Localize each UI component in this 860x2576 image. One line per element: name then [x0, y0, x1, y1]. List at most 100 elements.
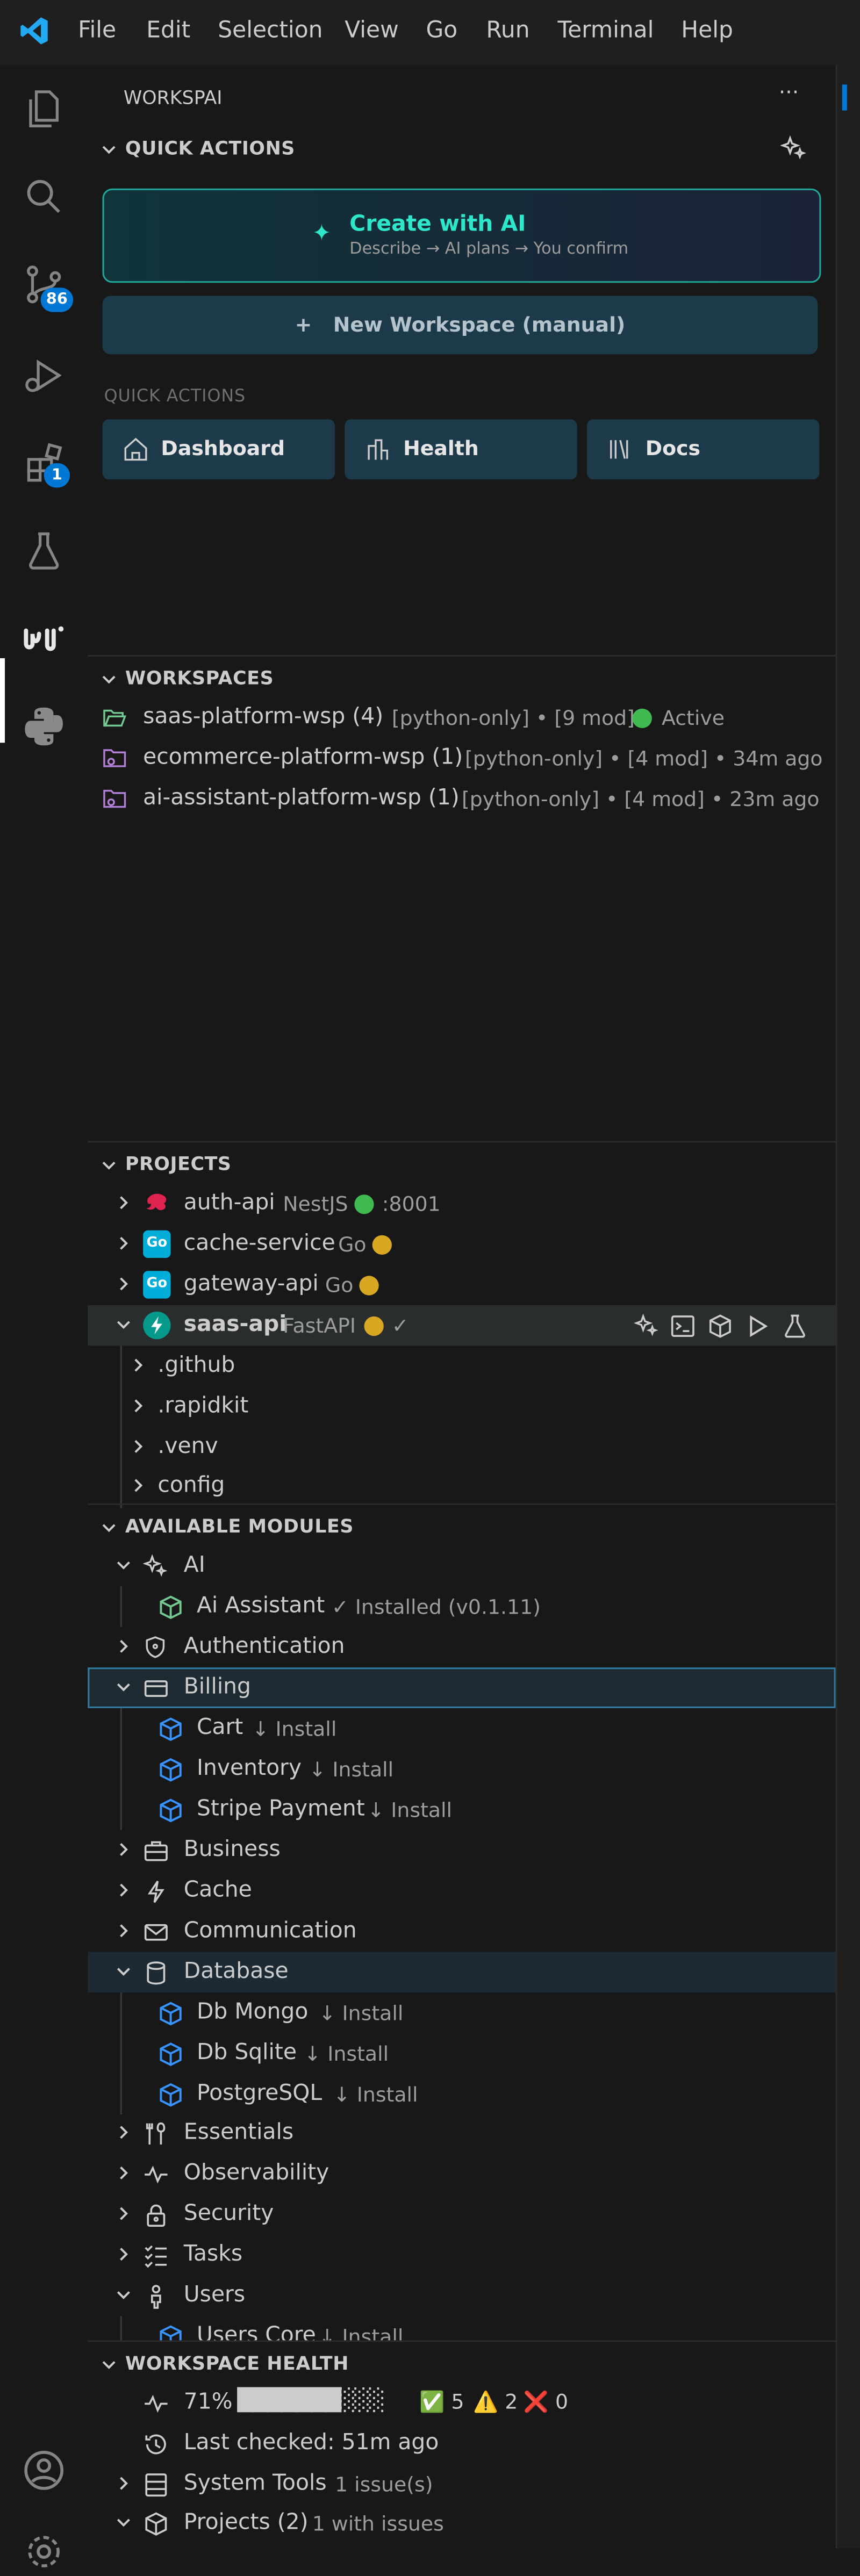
create-ai-title: Create with AI	[349, 211, 526, 238]
settings-gear-icon[interactable]	[19, 2527, 68, 2576]
module-item[interactable]: Cart ↓ Install	[88, 1708, 835, 1749]
shield-icon	[146, 1636, 165, 1658]
module-category-authentication[interactable]: Authentication	[88, 1627, 835, 1668]
module-item[interactable]: PostgreSQL ↓ Install	[88, 2074, 835, 2114]
run-debug-icon[interactable]	[19, 351, 68, 400]
module-item[interactable]: Inventory ↓ Install	[88, 1748, 835, 1789]
menu-go[interactable]: Go	[426, 18, 457, 44]
test-flask-icon[interactable]	[782, 1313, 808, 1339]
new-workspace-button[interactable]: + New Workspace (manual)	[102, 296, 818, 355]
module-item[interactable]: Stripe Payment ↓ Install	[88, 1789, 835, 1830]
install-action[interactable]: ↓ Install	[309, 1757, 394, 1781]
explorer-icon[interactable]	[19, 84, 68, 133]
projects-health-row[interactable]: Projects (2) 1 with issues	[88, 2503, 835, 2544]
create-ai-subtitle: Describe → AI plans → You confirm	[349, 240, 629, 258]
quick-actions-header[interactable]: QUICK ACTIONS	[88, 128, 835, 168]
chevron-right-icon	[127, 1435, 149, 1464]
python-icon[interactable]	[19, 702, 68, 751]
testing-flask-icon[interactable]	[19, 527, 68, 575]
ai-sparkle-icon	[143, 1554, 168, 1577]
run-icon[interactable]	[744, 1313, 770, 1339]
install-action[interactable]: ↓ Install	[368, 1797, 453, 1822]
editor-tab-indicator	[842, 84, 847, 111]
install-action[interactable]: ↓ Install	[319, 2324, 404, 2340]
health-summary-row[interactable]: 71% ███████░░░ ✅ 5 ⚠️ 2 ❌ 0	[88, 2383, 835, 2423]
account-icon[interactable]	[19, 2446, 68, 2495]
lock-icon	[147, 2204, 166, 2227]
person-icon	[150, 2285, 161, 2309]
project-item[interactable]: Go gateway-api Go	[88, 1264, 835, 1305]
module-category-ai[interactable]: AI	[88, 1545, 835, 1586]
module-category-billing[interactable]: Billing	[88, 1667, 836, 1708]
activity-bar: 86 1	[0, 64, 90, 2567]
module-name: Users Core	[196, 2322, 316, 2341]
dashboard-button[interactable]: Dashboard	[102, 419, 335, 480]
menu-file[interactable]: File	[78, 18, 116, 44]
module-category-security[interactable]: Security	[88, 2194, 835, 2235]
install-action[interactable]: ↓ Install	[304, 2041, 389, 2066]
workspai-icon[interactable]	[19, 614, 68, 663]
projects-title: PROJECTS	[125, 1152, 232, 1175]
menu-run[interactable]: Run	[486, 18, 529, 44]
go-icon: Go	[143, 1271, 171, 1299]
terminal-icon[interactable]	[670, 1313, 696, 1339]
project-item-selected[interactable]: saas-api FastAPI ✓	[88, 1305, 836, 1346]
module-category-tasks[interactable]: Tasks	[88, 2235, 835, 2276]
package-icon[interactable]	[707, 1313, 733, 1339]
workspaces-header[interactable]: WORKSPACES	[88, 658, 835, 697]
install-action[interactable]: ↓ Install	[252, 1716, 337, 1740]
module-item[interactable]: Db Sqlite ↓ Install	[88, 2033, 835, 2074]
module-category-cache[interactable]: Cache	[88, 1870, 835, 1911]
module-category-communication[interactable]: Communication	[88, 1911, 835, 1952]
editor-area-edge	[835, 64, 860, 2549]
workspace-item[interactable]: ai-assistant-platform-wsp (1) [python-on…	[88, 779, 835, 819]
workspace-item[interactable]: saas-platform-wsp (4) [python-only] • [9…	[88, 697, 835, 738]
workspace-meta: [python-only] • [9 mod] •	[391, 705, 654, 730]
menu-help[interactable]: Help	[681, 18, 733, 44]
chevron-right-icon	[112, 2202, 135, 2231]
package-icon	[160, 2325, 182, 2341]
install-action[interactable]: ↓ Install	[333, 2082, 418, 2106]
project-item[interactable]: auth-api NestJS :8001	[88, 1183, 835, 1224]
folder-item[interactable]: .venv	[88, 1427, 835, 1468]
module-category-observability[interactable]: Observability	[88, 2154, 835, 2194]
module-category-database[interactable]: Database	[88, 1952, 836, 1993]
ai-sparkle-icon[interactable]	[780, 135, 806, 167]
menu-edit[interactable]: Edit	[146, 18, 190, 44]
workspace-item[interactable]: ecommerce-platform-wsp (1) [python-only]…	[88, 738, 835, 779]
search-icon[interactable]	[19, 172, 68, 221]
warning-count: ⚠️ 2	[473, 2389, 518, 2414]
workspace-name: ecommerce-platform-wsp (1)	[143, 744, 463, 771]
module-category-essentials[interactable]: Essentials	[88, 2113, 835, 2154]
vscode-logo-icon[interactable]	[18, 15, 50, 54]
folder-item[interactable]: config	[88, 1466, 835, 1507]
section-divider	[88, 1503, 836, 1505]
projects-header[interactable]: PROJECTS	[88, 1144, 835, 1183]
system-tools-row[interactable]: System Tools 1 issue(s)	[88, 2464, 835, 2505]
ok-count: ✅ 5	[419, 2389, 464, 2414]
module-category-business[interactable]: Business	[88, 1830, 835, 1871]
menu-terminal[interactable]: Terminal	[557, 18, 654, 44]
available-modules-header[interactable]: AVAILABLE MODULES	[88, 1507, 835, 1546]
menu-selection[interactable]: Selection	[218, 18, 322, 44]
server-icon	[145, 2473, 167, 2497]
ai-sparkle-icon[interactable]	[634, 1313, 658, 1337]
install-action[interactable]: ↓ Install	[319, 2001, 404, 2025]
folder-item[interactable]: .github	[88, 1345, 835, 1386]
menu-view[interactable]: View	[345, 18, 399, 44]
folder-item[interactable]: .rapidkit	[88, 1386, 835, 1427]
module-name: PostgreSQL	[196, 2080, 322, 2106]
docs-button[interactable]: Docs	[586, 419, 820, 480]
package-icon	[160, 2042, 182, 2066]
workspace-health-title: WORKSPACE HEALTH	[125, 2351, 349, 2374]
create-with-ai-button[interactable]: ✦ Create with AI Describe → AI plans → Y…	[102, 188, 821, 283]
more-actions-button[interactable]: ···	[779, 81, 799, 105]
module-item[interactable]: Ai Assistant ✓ Installed (v0.1.11)	[88, 1586, 835, 1627]
module-category-users[interactable]: Users	[88, 2275, 835, 2316]
module-item[interactable]: Users Core ↓ Install	[88, 2316, 835, 2341]
workspace-health-header[interactable]: WORKSPACE HEALTH	[88, 2343, 835, 2383]
health-button[interactable]: Health	[345, 419, 577, 480]
module-item[interactable]: Db Mongo ↓ Install	[88, 1992, 835, 2033]
check-mark: ✓	[391, 1313, 409, 1338]
project-item[interactable]: Go cache-service Go	[88, 1224, 835, 1265]
